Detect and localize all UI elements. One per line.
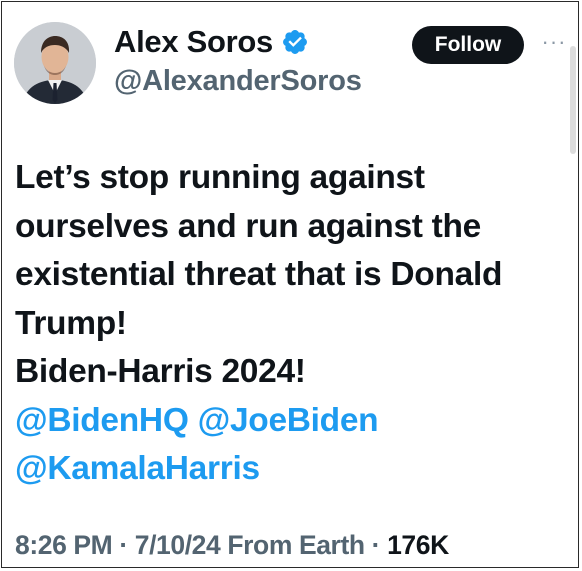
avatar-photo xyxy=(14,22,96,104)
mention-link-kamalaharris[interactable]: @KamalaHarris xyxy=(15,450,260,487)
meta-separator: · xyxy=(119,530,128,560)
mention-link-joebiden[interactable]: @JoeBiden xyxy=(198,402,379,439)
post-time[interactable]: 8:26 PM xyxy=(15,530,113,560)
tweet-line: Trump! xyxy=(15,304,127,342)
tweet-line: existential threat that is Donald xyxy=(15,256,503,293)
tweet-meta: 8:26 PM · 7/10/24 From Earth · 176K xyxy=(15,530,449,561)
post-source: From Earth xyxy=(227,530,365,560)
tweet-line: ourselves and run against the xyxy=(15,207,482,245)
mention-line: @KamalaHarris xyxy=(15,445,571,494)
scrollbar[interactable] xyxy=(570,46,576,154)
author-handle[interactable]: @AlexanderSoros xyxy=(114,65,362,98)
verified-badge-icon xyxy=(282,30,307,54)
author-name-row[interactable]: Alex Soros xyxy=(114,24,309,60)
post-date[interactable]: 7/10/24 xyxy=(135,530,221,560)
view-count[interactable]: 176K xyxy=(387,530,449,560)
tweet-card: Alex Soros @AlexanderSoros Follow ··· Le… xyxy=(1,1,579,568)
mention-line: @BidenHQ @JoeBiden xyxy=(15,397,571,446)
display-name[interactable]: Alex Soros xyxy=(114,24,273,60)
meta-separator: · xyxy=(371,530,381,560)
tweet-line: Biden-Harris 2024! xyxy=(15,353,306,390)
tweet-line: Let’s stop running against xyxy=(15,159,425,196)
more-options-icon[interactable]: ··· xyxy=(539,31,569,53)
tweet-text: Let’s stop running against ourselves and… xyxy=(15,154,571,494)
mention-link-bidenhq[interactable]: @BidenHQ xyxy=(15,402,189,439)
avatar[interactable] xyxy=(14,22,96,104)
follow-button[interactable]: Follow xyxy=(412,26,524,64)
